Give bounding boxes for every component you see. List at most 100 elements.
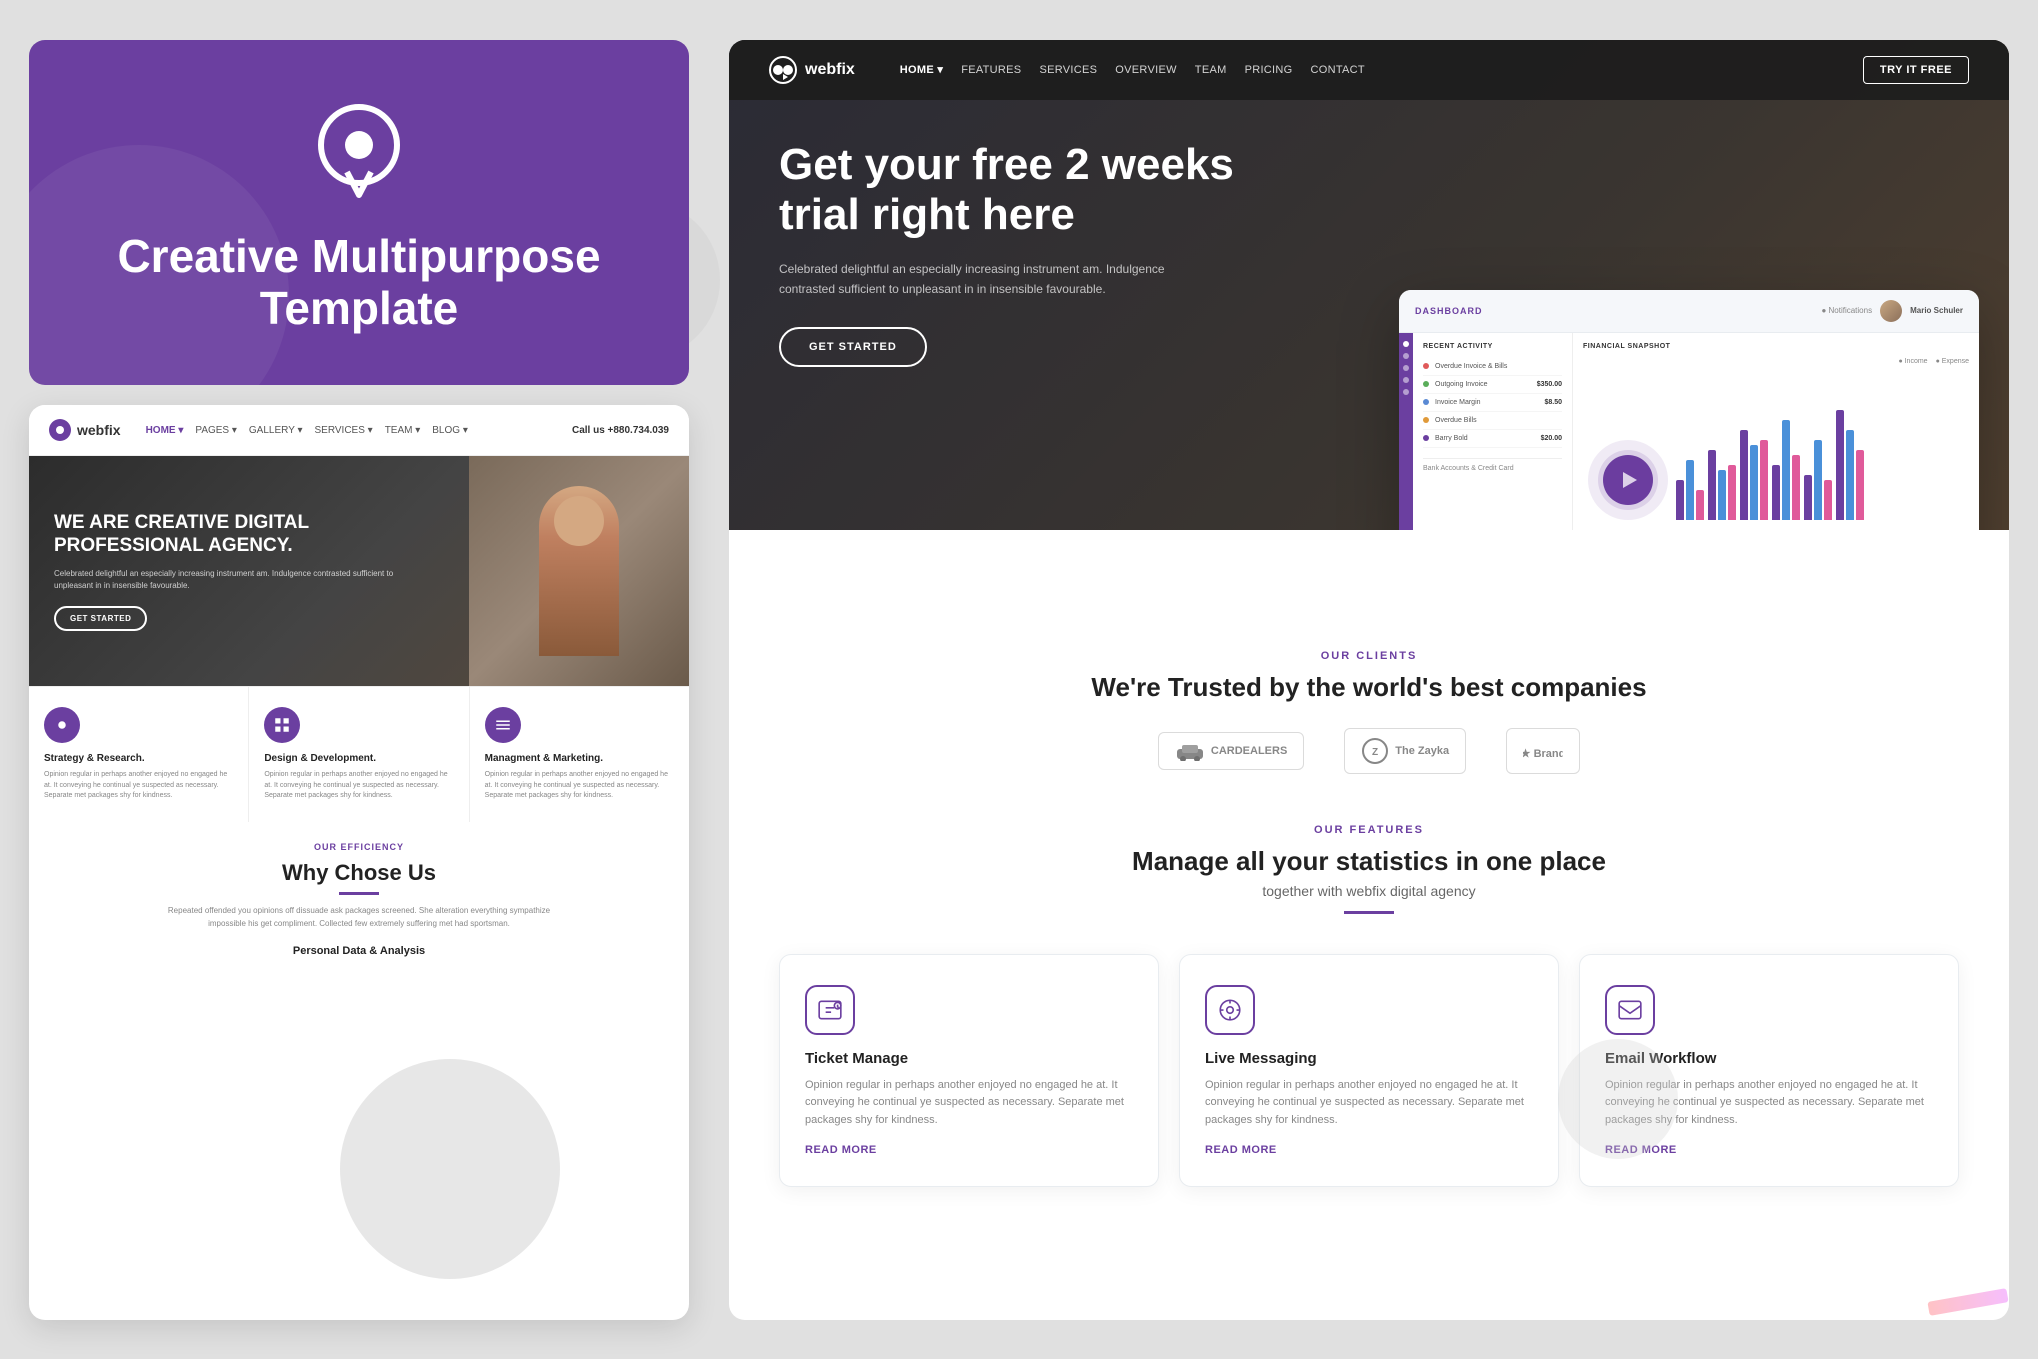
sidebar-dot-5 — [1403, 389, 1409, 395]
right-nav-pricing[interactable]: PRICING — [1245, 64, 1293, 76]
right-nav-features[interactable]: FEATURES — [961, 64, 1021, 76]
activity-item-2: Outgoing Invoice $350.00 — [1423, 376, 1562, 394]
dashboard-user: ● Notifications Mario Schuler — [1821, 300, 1963, 322]
mockup-nav-links: HOME ▾ PAGES ▾ GALLERY ▾ SERVICES ▾ TEAM… — [146, 425, 557, 436]
activity-item-4: Overdue Bills — [1423, 412, 1562, 430]
activity-item-5: Barry Bold $20.00 — [1423, 430, 1562, 448]
feature-design-desc: Opinion regular in perhaps another enjoy… — [264, 770, 453, 802]
right-nav-services[interactable]: SERVICES — [1039, 64, 1097, 76]
item-dot-2 — [1423, 381, 1429, 387]
right-hero-content: Get your free 2 weeks trial right here C… — [779, 140, 1299, 530]
bar-b3 — [1750, 445, 1758, 520]
nav-pages[interactable]: PAGES ▾ — [195, 425, 237, 436]
dashboard-username: Mario Schuler — [1910, 306, 1963, 315]
right-hero-desc: Celebrated delightful an especially incr… — [779, 259, 1199, 300]
strategy-icon — [44, 707, 80, 743]
right-nav-home[interactable]: HOME ▾ — [900, 63, 943, 76]
svg-text:★ Brand: ★ Brand — [1523, 748, 1563, 760]
efficiency-label: OUR EFFICIENCY — [54, 842, 664, 852]
feature-ticket: Ticket Manage Opinion regular in perhaps… — [779, 954, 1159, 1188]
ticket-read-more[interactable]: READ MORE — [805, 1144, 1133, 1156]
nav-team[interactable]: TEAM ▾ — [385, 425, 421, 436]
mockup-features: Strategy & Research. Opinion regular in … — [29, 686, 689, 822]
item-text-1: Overdue Invoice & Bills — [1435, 363, 1562, 370]
messaging-icon — [1205, 985, 1255, 1035]
client-cardealers-text: CARDEALERS — [1211, 745, 1287, 757]
item-dot-1 — [1423, 363, 1429, 369]
right-nav-team[interactable]: TEAM — [1195, 64, 1227, 76]
bar-group-6 — [1836, 410, 1864, 520]
right-nav-cta-button[interactable]: TRY IT FREE — [1863, 56, 1969, 84]
nav-blog[interactable]: BLOG ▾ — [432, 425, 468, 436]
messaging-read-more[interactable]: READ MORE — [1205, 1144, 1533, 1156]
bar-group-5 — [1804, 440, 1832, 520]
messaging-desc: Opinion regular in perhaps another enjoy… — [1205, 1077, 1533, 1130]
item-dot-5 — [1423, 435, 1429, 441]
chart-play-area[interactable] — [1588, 440, 1668, 520]
nav-services[interactable]: SERVICES ▾ — [314, 425, 372, 436]
right-nav-overview[interactable]: OVERVIEW — [1115, 64, 1177, 76]
bank-accounts-label: Bank Accounts & Credit Card — [1423, 465, 1562, 472]
feature-design-title: Design & Development. — [264, 753, 453, 764]
blob-left — [340, 1059, 560, 1279]
dashboard-notify: ● Notifications — [1821, 306, 1872, 315]
mockup-hero-desc: Celebrated delightful an especially incr… — [54, 568, 400, 592]
bar-pk2 — [1728, 465, 1736, 520]
features-label: OUR FEATURES — [779, 824, 1959, 836]
marketing-icon — [485, 707, 521, 743]
feature-marketing-desc: Opinion regular in perhaps another enjoy… — [485, 770, 674, 802]
item-amount-5: $20.00 — [1541, 435, 1562, 442]
mockup-cta-button[interactable]: GET STARTED — [54, 606, 147, 631]
efficiency-divider — [339, 892, 379, 895]
right-nav-logo: webfix — [769, 56, 855, 84]
messaging-title: Live Messaging — [1205, 1050, 1533, 1067]
sidebar-dot-3 — [1403, 365, 1409, 371]
bar-pk1 — [1696, 490, 1704, 520]
bar-b5 — [1814, 440, 1822, 520]
bar-pk3 — [1760, 440, 1768, 520]
mockup-logo: webfix — [49, 419, 121, 441]
right-nav-contact[interactable]: CONTACT — [1311, 64, 1365, 76]
mockup-hero: WE ARE CREATIVE DIGITAL PROFESSIONAL AGE… — [29, 456, 689, 686]
bar-p4 — [1772, 465, 1780, 520]
clients-section: OUR CLIENTS We're Trusted by the world's… — [779, 650, 1959, 774]
activity-title: RECENT ACTIVITY — [1423, 343, 1562, 350]
bar-b2 — [1718, 470, 1726, 520]
feature-strategy-title: Strategy & Research. — [44, 753, 233, 764]
item-text-2: Outgoing Invoice — [1435, 381, 1531, 388]
hero-card: Creative Multipurpose Template — [29, 40, 689, 386]
legend-expense: ● Expense — [1936, 358, 1969, 365]
dashboard-header: DASHBOARD ● Notifications Mario Schuler — [1399, 290, 1979, 333]
dashboard-financial: FINANCIAL SNAPSHOT ● Income ● Expense — [1573, 333, 1979, 530]
clients-title: We're Trusted by the world's best compan… — [779, 672, 1959, 703]
mockup-logo-text: webfix — [77, 422, 121, 438]
features-subtitle: together with webfix digital agency — [779, 883, 1959, 899]
client-3: ★ Brand — [1506, 728, 1580, 774]
dashboard-mockup: DASHBOARD ● Notifications Mario Schuler — [1399, 290, 1979, 530]
nav-home[interactable]: HOME ▾ — [146, 425, 184, 436]
feature-strategy-desc: Opinion regular in perhaps another enjoy… — [44, 770, 233, 802]
bar-group-4 — [1772, 420, 1800, 520]
bar-b1 — [1686, 460, 1694, 520]
features-divider — [1344, 911, 1394, 914]
features-section: OUR FEATURES Manage all your statistics … — [779, 824, 1959, 914]
mockup-nav: webfix HOME ▾ PAGES ▾ GALLERY ▾ SERVICES… — [29, 405, 689, 456]
svg-text:Z: Z — [1372, 747, 1378, 758]
right-hero-cta-button[interactable]: GET STARTED — [779, 327, 927, 367]
main-container: Creative Multipurpose Template webfix HO… — [0, 0, 2038, 1359]
why-desc: Repeated offended you opinions off dissu… — [159, 905, 559, 931]
feature-messaging: Live Messaging Opinion regular in perhap… — [1179, 954, 1559, 1188]
why-title: Why Chose Us — [54, 860, 664, 886]
right-panel: webfix HOME ▾ FEATURES SERVICES OVERVIEW… — [729, 40, 2009, 1320]
clients-logos: CARDEALERS Z The Zayka ★ Brand — [779, 728, 1959, 774]
car-icon — [1175, 741, 1205, 761]
right-bottom: OUR CLIENTS We're Trusted by the world's… — [729, 530, 2009, 1320]
mockup-phone: Call us +880.734.039 — [572, 425, 669, 436]
nav-gallery[interactable]: GALLERY ▾ — [249, 425, 303, 436]
feature-marketing-title: Managment & Marketing. — [485, 753, 674, 764]
ticket-desc: Opinion regular in perhaps another enjoy… — [805, 1077, 1133, 1130]
client-zayka: Z The Zayka — [1344, 728, 1466, 774]
bar-pk4 — [1792, 455, 1800, 520]
clients-label: OUR CLIENTS — [779, 650, 1959, 662]
ticket-title: Ticket Manage — [805, 1050, 1133, 1067]
